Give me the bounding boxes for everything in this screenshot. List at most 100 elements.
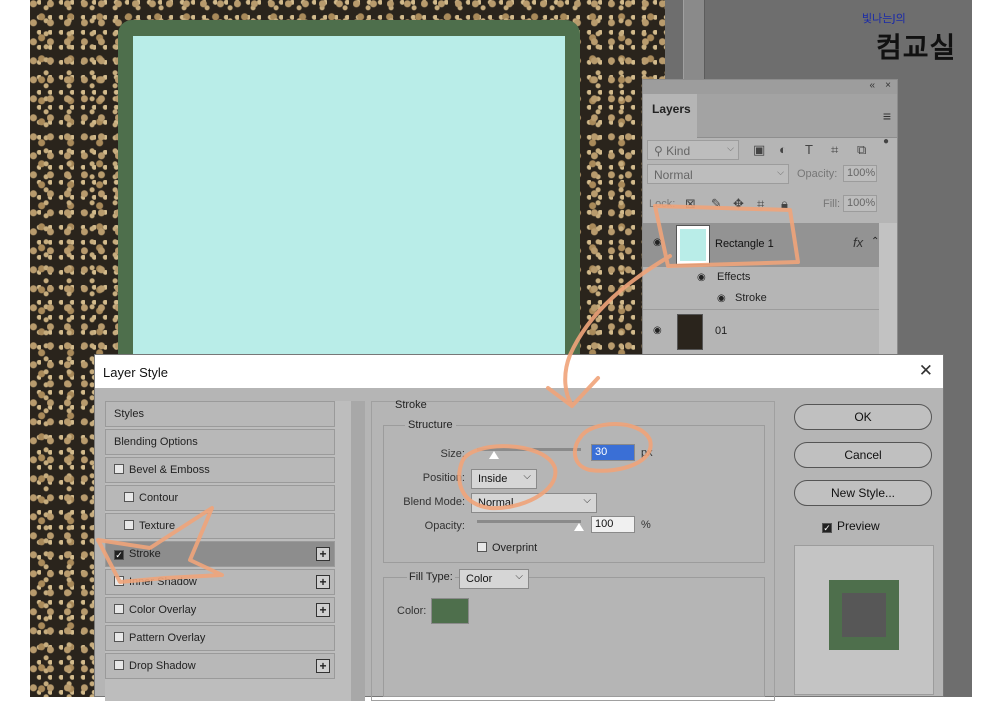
style-item-inner-shadow[interactable]: Inner Shadow + — [105, 569, 335, 595]
checkbox[interactable] — [114, 632, 124, 642]
layer-name: Rectangle 1 — [715, 238, 774, 250]
effects-label: Effects — [717, 271, 751, 283]
style-item-label: Stroke — [129, 548, 161, 560]
pixel-layer-filter-icon[interactable]: ▣ — [753, 142, 765, 158]
size-input[interactable]: 30 — [591, 444, 635, 461]
visibility-eye-icon[interactable]: ◉ — [697, 272, 706, 283]
style-item-contour[interactable]: Contour — [105, 485, 335, 511]
stroke-blend-mode-select[interactable]: Normal ⌵ — [471, 493, 597, 513]
filter-toggle-icon[interactable]: ● — [883, 136, 889, 147]
position-select[interactable]: Inside ⌵ — [471, 469, 537, 489]
lock-all-icon[interactable]: 🔒︎ — [781, 196, 788, 212]
collapse-icon[interactable]: « — [869, 80, 875, 91]
dialog-titlebar: Layer Style ✕ — [95, 355, 943, 388]
style-item-label: Texture — [139, 520, 176, 532]
cancel-button[interactable]: Cancel — [794, 442, 932, 468]
checkbox[interactable] — [114, 660, 124, 670]
fill-type-value: Color — [466, 573, 493, 585]
shape-layer-filter-icon[interactable]: ⌗ — [831, 142, 838, 158]
panel-menu-icon[interactable]: ≡ — [883, 108, 891, 124]
chevron-down-icon: ⌵ — [583, 495, 591, 506]
checkbox[interactable]: ✓ — [114, 550, 124, 560]
checkbox[interactable] — [114, 604, 124, 614]
add-effect-icon[interactable]: + — [316, 659, 330, 673]
search-icon: ⚲ — [654, 144, 667, 158]
checkbox[interactable]: ✓ — [822, 523, 832, 533]
adjustment-layer-filter-icon[interactable]: ◐ — [779, 142, 787, 157]
visibility-eye-icon[interactable]: ◉ — [717, 293, 726, 304]
checkbox[interactable] — [114, 464, 124, 474]
preview-thumbnail — [794, 545, 934, 695]
structure-title: Structure — [405, 419, 456, 431]
layer-name: 01 — [715, 325, 728, 337]
size-unit: px — [641, 447, 653, 459]
color-label: Color: — [397, 605, 427, 617]
layer-thumbnail — [677, 314, 703, 350]
new-style-button[interactable]: New Style... — [794, 480, 932, 506]
checkbox[interactable] — [124, 520, 134, 530]
tab-layers[interactable]: Layers — [643, 94, 697, 138]
lock-image-icon[interactable]: ✎ — [711, 196, 722, 212]
blend-mode-select[interactable]: Normal ⌵ — [647, 164, 789, 184]
opacity-label: Opacity: — [797, 168, 838, 180]
style-item-label: Bevel & Emboss — [129, 464, 210, 476]
visibility-eye-icon[interactable]: ◉ — [653, 237, 662, 248]
type-layer-filter-icon[interactable]: T — [805, 142, 813, 157]
style-item-blending-options[interactable]: Blending Options — [105, 429, 335, 455]
styles-scrollbar[interactable] — [351, 401, 365, 701]
fill-field[interactable]: 100% — [843, 195, 877, 212]
layers-panel: « × Layers ≡ ⚲ Kind ⌵ ▣ ◐ T ⌗ ⧉ ● Normal… — [642, 79, 898, 369]
watermark-logo: 빛나는J의 컴교실 — [862, 10, 972, 64]
kind-filter-label: Kind — [666, 144, 691, 158]
checkbox[interactable] — [124, 492, 134, 502]
fill-type-label: Fill Type: — [407, 571, 455, 583]
style-item-label: Contour — [139, 492, 179, 504]
layers-panel-topbar: « × — [643, 80, 897, 94]
size-slider-thumb[interactable] — [489, 451, 499, 459]
lock-position-icon[interactable]: ✥ — [733, 196, 744, 212]
ok-button[interactable]: OK — [794, 404, 932, 430]
checkbox[interactable] — [114, 576, 124, 586]
effects-row[interactable]: ◉ Effects — [675, 267, 881, 289]
preview-fill — [842, 593, 886, 637]
visibility-eye-icon[interactable]: ◉ — [653, 325, 662, 336]
artboard-lock-icon[interactable]: ⌗ — [757, 196, 764, 212]
layer-row-rectangle-1[interactable]: ◉ Rectangle 1 fx ⌃ — [643, 223, 881, 267]
smart-object-filter-icon[interactable]: ⧉ — [857, 142, 866, 158]
kind-filter-select[interactable]: ⚲ Kind ⌵ — [647, 140, 739, 160]
lock-transparent-icon[interactable]: ⊠ — [685, 196, 696, 212]
add-effect-icon[interactable]: + — [316, 575, 330, 589]
opacity-field[interactable]: 100% — [843, 165, 877, 182]
style-item-drop-shadow[interactable]: Drop Shadow + — [105, 653, 335, 679]
fx-icon[interactable]: fx — [853, 235, 863, 250]
opacity-slider-thumb[interactable] — [574, 523, 584, 531]
fill-type-select[interactable]: Color ⌵ — [459, 569, 529, 589]
add-effect-icon[interactable]: + — [316, 547, 330, 561]
fill-type-group — [383, 577, 765, 697]
preview-stroke — [829, 580, 899, 650]
checkbox[interactable] — [477, 542, 487, 552]
layers-scrollbar[interactable] — [879, 223, 897, 369]
opacity-label: Opacity: — [424, 520, 465, 532]
style-item-pattern-overlay[interactable]: Pattern Overlay — [105, 625, 335, 651]
layer-row-01[interactable]: ◉ 01 — [643, 309, 881, 353]
close-icon[interactable]: × — [885, 80, 891, 91]
style-item-styles[interactable]: Styles — [105, 401, 335, 427]
opacity-unit: % — [641, 519, 651, 531]
stroke-opacity-input[interactable]: 100 — [591, 516, 635, 533]
style-item-color-overlay[interactable]: Color Overlay + — [105, 597, 335, 623]
style-item-bevel-emboss[interactable]: Bevel & Emboss — [105, 457, 335, 483]
preview-checkbox[interactable]: ✓ Preview — [822, 519, 880, 533]
style-item-label: Drop Shadow — [129, 660, 196, 672]
add-effect-icon[interactable]: + — [316, 603, 330, 617]
layer-thumbnail — [676, 225, 710, 265]
opacity-slider[interactable] — [477, 520, 581, 523]
style-item-stroke[interactable]: ✓ Stroke + — [105, 541, 335, 567]
overprint-checkbox[interactable]: Overprint — [477, 542, 537, 554]
stroke-effect-label: Stroke — [735, 292, 767, 304]
style-item-texture[interactable]: Texture — [105, 513, 335, 539]
stroke-color-swatch[interactable] — [431, 598, 469, 624]
blend-mode-label: Blend Mode: — [403, 496, 465, 508]
stroke-effect-row[interactable]: ◉ Stroke — [675, 289, 881, 309]
close-icon[interactable]: ✕ — [919, 361, 933, 381]
